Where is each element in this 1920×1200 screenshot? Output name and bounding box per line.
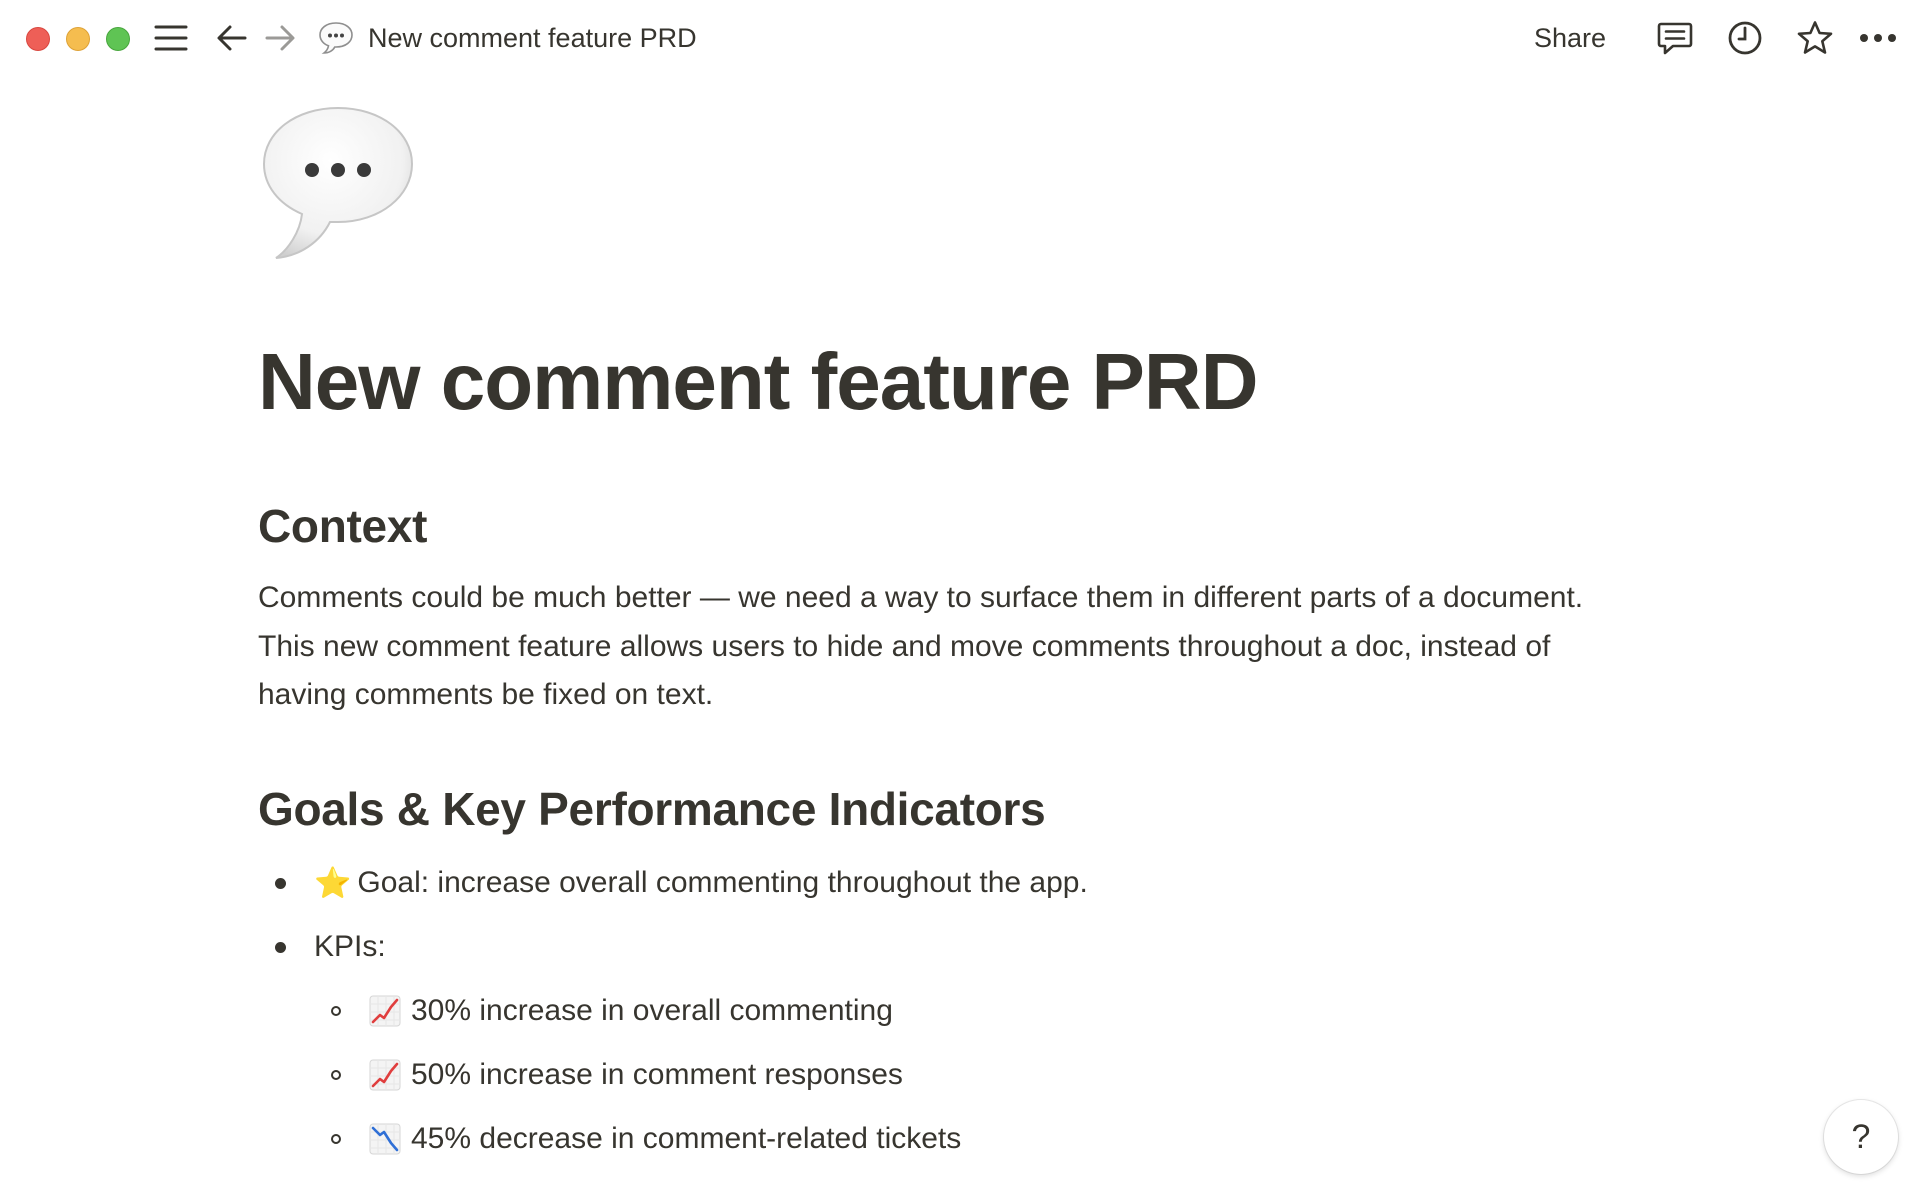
context-paragraph[interactable]: Comments could be much better — we need … [258,574,1638,720]
arrow-left-icon[interactable] [212,18,252,58]
page-emoji-icon[interactable] [258,102,418,262]
heading-goals-kpis[interactable]: Goals & Key Performance Indicators [258,779,1046,839]
arrow-right-icon[interactable] [260,18,300,58]
speech-balloon-icon[interactable] [316,18,356,58]
bullet-circle [331,1134,341,1144]
kpi-text: 45% decrease in comment-related tickets [411,1122,962,1155]
page-title[interactable]: New comment feature PRD [258,332,1258,432]
breadcrumb-title[interactable]: New comment feature PRD [368,20,697,56]
chart-increasing-icon [369,1059,401,1091]
star-icon[interactable] [1795,18,1835,58]
help-button[interactable]: ? [1824,1100,1898,1174]
list-item[interactable]: KPIs: [275,923,386,971]
list-item[interactable]: 45% decrease in comment-related tickets [331,1115,961,1163]
hamburger-icon[interactable] [151,18,191,58]
bullet-circle [331,1070,341,1080]
window-controls [26,27,130,51]
zoom-window-button[interactable] [106,27,130,51]
kpis-label: KPIs: [314,930,386,963]
minimize-window-button[interactable] [66,27,90,51]
list-item[interactable]: 50% increase in comment responses [331,1051,903,1099]
clock-icon[interactable] [1725,18,1765,58]
more-icon[interactable] [1858,18,1898,58]
list-item[interactable]: 30% increase in overall commenting [331,987,893,1035]
bullet-dot [275,941,286,953]
kpi-text: 30% increase in overall commenting [411,994,893,1027]
heading-context[interactable]: Context [258,496,427,556]
kpi-text: 50% increase in comment responses [411,1058,903,1091]
list-item[interactable]: ⭐ Goal: increase overall commenting thro… [275,859,1088,907]
bullet-circle [331,1006,341,1016]
star-emoji-icon: ⭐ [314,865,352,901]
title-bar: New comment feature PRD Share [0,0,1920,76]
bullet-dot [275,877,286,889]
chart-decreasing-icon [369,1123,401,1155]
comment-icon[interactable] [1655,18,1695,58]
chart-increasing-icon [369,995,401,1027]
share-button[interactable]: Share [1534,18,1606,58]
close-window-button[interactable] [26,27,50,51]
goal-text: Goal: increase overall commenting throug… [357,866,1088,899]
